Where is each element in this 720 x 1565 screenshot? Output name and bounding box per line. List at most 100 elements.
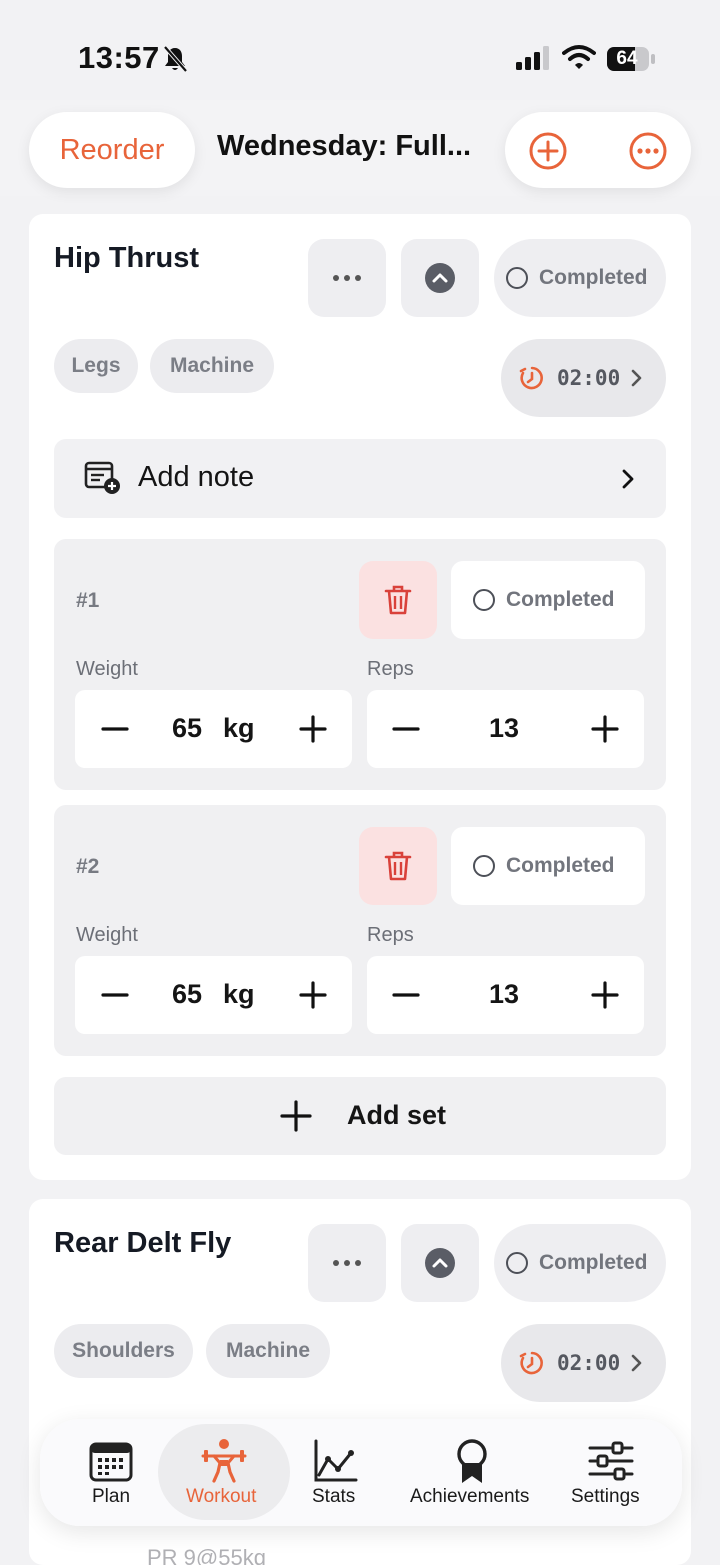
tag-chip: Machine	[150, 339, 274, 393]
plus-icon[interactable]	[295, 711, 331, 747]
tab-bar: Plan Workout Stats Achievements Settings	[40, 1419, 682, 1526]
add-set-button[interactable]: Add set	[54, 1077, 666, 1155]
bell-muted-icon	[163, 45, 188, 73]
tag-chip: Machine	[206, 1324, 330, 1378]
delete-set-button[interactable]	[359, 827, 437, 905]
rest-timer-value: 02:00	[557, 1351, 621, 1375]
reps-label: Reps	[367, 658, 414, 680]
rest-timer-value: 02:00	[557, 366, 621, 390]
exercise-title: Rear Delt Fly	[54, 1227, 232, 1259]
set-row: #2 Completed Weight Reps 65 kg 13	[54, 805, 666, 1056]
rest-timer-button[interactable]: 02:00	[501, 1324, 666, 1402]
minus-icon[interactable]	[388, 711, 424, 747]
exercise-completed-toggle[interactable]: Completed	[494, 239, 666, 317]
exercise-completed-toggle[interactable]: Completed	[494, 1224, 666, 1302]
exercise-title: Hip Thrust	[54, 242, 199, 274]
add-circle-icon[interactable]	[528, 131, 568, 171]
weight-value[interactable]: 65	[172, 713, 202, 744]
tab-label: Plan	[92, 1486, 131, 1507]
plus-icon[interactable]	[587, 711, 623, 747]
chart-line-icon	[314, 1439, 358, 1482]
ribbon-icon	[457, 1439, 487, 1483]
tag-chip: Shoulders	[54, 1324, 193, 1378]
circle-outline-icon	[506, 1252, 528, 1274]
minus-icon[interactable]	[97, 711, 133, 747]
ellipsis-icon	[333, 1260, 361, 1266]
circle-outline-icon	[473, 855, 495, 877]
chevron-up-circle-icon	[425, 263, 455, 293]
ellipsis-icon	[333, 275, 361, 281]
tab-label: Settings	[571, 1486, 640, 1507]
tab-stats[interactable]: Stats	[302, 1419, 368, 1526]
rest-timer-button[interactable]: 02:00	[501, 339, 666, 417]
cellular-signal-icon	[516, 46, 549, 70]
weight-unit: kg	[223, 713, 255, 743]
reps-label: Reps	[367, 924, 414, 946]
circle-outline-icon	[473, 589, 495, 611]
battery-level: 64	[616, 48, 638, 69]
top-actions	[505, 112, 691, 188]
set-number: #2	[76, 855, 100, 878]
weight-value[interactable]: 65	[172, 979, 202, 1010]
status-time: 13:57	[78, 40, 160, 75]
weight-stepper: 65 kg	[75, 690, 352, 768]
delete-set-button[interactable]	[359, 561, 437, 639]
weight-unit: kg	[223, 979, 255, 1009]
chevron-right-icon	[631, 1354, 642, 1372]
tag-chip: Legs	[54, 339, 138, 393]
set-number: #1	[76, 589, 100, 612]
timer-icon	[519, 366, 543, 390]
weight-label: Weight	[76, 924, 138, 946]
tab-achievements[interactable]: Achievements	[404, 1419, 540, 1526]
reps-value[interactable]: 13	[489, 979, 519, 1010]
sliders-icon	[588, 1441, 634, 1481]
minus-icon[interactable]	[97, 977, 133, 1013]
chevron-right-icon	[622, 469, 634, 489]
weight-label: Weight	[76, 658, 138, 680]
status-bar: 13:57 64	[0, 0, 720, 110]
trash-icon	[384, 851, 412, 881]
set-row: #1 Completed Weight Reps 65 kg 13	[54, 539, 666, 790]
tab-settings[interactable]: Settings	[566, 1419, 656, 1526]
add-note-label: Add note	[138, 461, 255, 493]
exercise-more-button[interactable]	[308, 239, 386, 317]
tab-label: Workout	[186, 1486, 257, 1507]
timer-icon	[519, 1351, 543, 1375]
plus-icon[interactable]	[587, 977, 623, 1013]
set-completed-toggle[interactable]: Completed	[451, 561, 645, 639]
page-title: Wednesday: Full...	[217, 130, 472, 162]
calendar-icon	[89, 1442, 133, 1482]
completed-label: Completed	[506, 854, 615, 877]
note-add-icon	[84, 461, 120, 494]
exercise-more-button[interactable]	[308, 1224, 386, 1302]
reorder-button[interactable]: Reorder	[29, 112, 195, 188]
collapse-button[interactable]	[401, 1224, 479, 1302]
set-completed-toggle[interactable]: Completed	[451, 827, 645, 905]
add-set-label: Add set	[347, 1100, 447, 1130]
reps-stepper: 13	[367, 956, 644, 1034]
tab-label: Achievements	[410, 1486, 530, 1507]
plus-icon	[280, 1100, 312, 1132]
personal-record-text: PR 9@55kg	[147, 1545, 266, 1565]
wifi-icon	[562, 45, 596, 69]
chevron-up-circle-icon	[425, 1248, 455, 1278]
plus-icon[interactable]	[295, 977, 331, 1013]
completed-label: Completed	[506, 588, 615, 611]
exercise-card: Hip Thrust Completed Legs Machine 02:00	[29, 214, 691, 1180]
circle-outline-icon	[506, 267, 528, 289]
weightlifter-icon	[201, 1439, 247, 1483]
reps-value[interactable]: 13	[489, 713, 519, 744]
chevron-right-icon	[631, 369, 642, 387]
more-circle-icon[interactable]	[628, 131, 668, 171]
completed-label: Completed	[539, 266, 648, 289]
reps-stepper: 13	[367, 690, 644, 768]
completed-label: Completed	[539, 1251, 648, 1274]
weight-stepper: 65 kg	[75, 956, 352, 1034]
trash-icon	[384, 585, 412, 615]
tab-label: Stats	[312, 1486, 356, 1507]
minus-icon[interactable]	[388, 977, 424, 1013]
collapse-button[interactable]	[401, 239, 479, 317]
tab-workout[interactable]: Workout	[158, 1419, 290, 1526]
add-note-row[interactable]: Add note	[54, 439, 666, 518]
tab-plan[interactable]: Plan	[70, 1419, 152, 1526]
